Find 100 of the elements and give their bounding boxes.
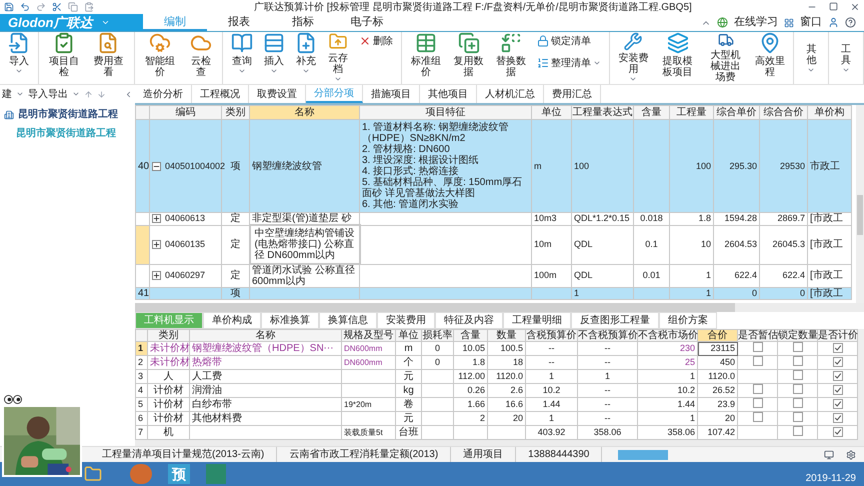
checkbox[interactable]: [792, 426, 802, 436]
ribbon-button[interactable]: 锁定清单: [533, 32, 606, 50]
checkbox[interactable]: [792, 370, 802, 380]
checkbox[interactable]: [832, 426, 842, 436]
checkbox[interactable]: [832, 398, 842, 408]
column-header[interactable]: 不含税预算价: [578, 330, 638, 342]
expand-toggle[interactable]: [152, 271, 161, 280]
checkbox[interactable]: [752, 342, 762, 352]
column-header[interactable]: 名称: [250, 106, 360, 120]
tree-item[interactable]: 昆明市聚贤街道路工程: [18, 107, 118, 122]
checkbox[interactable]: [752, 356, 762, 366]
work-tab[interactable]: 工程概况: [192, 85, 249, 103]
folder-icon[interactable]: [84, 465, 102, 483]
checkbox[interactable]: [792, 342, 802, 352]
work-tab[interactable]: 其他项目: [420, 85, 477, 103]
detail-tab[interactable]: 特征及内容: [435, 312, 503, 329]
move-up-icon[interactable]: [84, 90, 93, 98]
ribbon-button[interactable]: 提取模板项目: [654, 32, 701, 83]
checkbox[interactable]: [832, 384, 842, 394]
column-header[interactable]: 综合单价: [714, 106, 760, 120]
ribbon-button[interactable]: 安装费用: [614, 32, 653, 83]
scrollbar-thumb[interactable]: [857, 195, 863, 235]
ribbon-button[interactable]: 工具: [833, 32, 859, 83]
menu-tab[interactable]: 报表: [207, 14, 271, 31]
column-header[interactable]: 含量: [454, 330, 488, 342]
column-header[interactable]: 类别: [222, 106, 250, 120]
view-icon[interactable]: [824, 450, 834, 460]
column-header[interactable]: 数量: [488, 330, 526, 342]
column-header[interactable]: 名称: [190, 330, 342, 342]
checkbox[interactable]: [752, 398, 762, 408]
help-icon[interactable]: [845, 17, 856, 28]
scrollbar[interactable]: [858, 329, 864, 440]
detail-tab[interactable]: 安装费用: [377, 312, 435, 329]
close-icon[interactable]: [850, 2, 860, 12]
paste-icon[interactable]: [84, 2, 94, 12]
column-header[interactable]: 含税预算价: [526, 330, 578, 342]
move-down-icon[interactable]: [97, 90, 106, 98]
undo-icon[interactable]: [20, 2, 30, 12]
detail-tab[interactable]: 组价方案: [659, 312, 717, 329]
save-icon[interactable]: [4, 2, 14, 12]
status-button[interactable]: [618, 450, 668, 460]
detail-tab[interactable]: 标准换算: [261, 312, 319, 329]
online-learning-link[interactable]: 在线学习: [734, 14, 778, 31]
column-header[interactable]: 单位: [532, 106, 572, 120]
column-header[interactable]: 是否暂估: [738, 330, 778, 342]
checkbox[interactable]: [752, 412, 762, 422]
checkbox[interactable]: [832, 356, 842, 366]
column-header[interactable]: 类别: [148, 330, 190, 342]
menu-tab[interactable]: 电子标: [335, 14, 399, 31]
column-header[interactable]: 工程量表达式: [572, 106, 634, 120]
expand-toggle[interactable]: [152, 240, 161, 249]
ribbon-button[interactable]: 云存档: [322, 32, 353, 83]
checkbox[interactable]: [832, 412, 842, 422]
column-header[interactable]: 编码: [150, 106, 222, 120]
detail-tab[interactable]: 工程量明细: [503, 312, 571, 329]
column-header[interactable]: 单位: [396, 330, 422, 342]
detail-tab[interactable]: 单价构成: [203, 312, 261, 329]
column-header[interactable]: 单价构: [808, 106, 852, 120]
new-menu[interactable]: 建: [2, 86, 12, 102]
ribbon-button[interactable]: 其他: [798, 32, 824, 83]
column-header[interactable]: 项目特征: [360, 106, 532, 120]
ribbon-button[interactable]: 插入: [258, 32, 289, 83]
ribbon-button[interactable]: 大型机械进出场费: [702, 32, 749, 83]
column-header[interactable]: 锁定数量: [778, 330, 818, 342]
checkbox[interactable]: [832, 342, 842, 352]
column-header[interactable]: 是否计价: [818, 330, 858, 342]
detail-tab[interactable]: 换算信息: [319, 312, 377, 329]
column-header[interactable]: 损耗率: [422, 330, 454, 342]
checkbox[interactable]: [752, 384, 762, 394]
ribbon-button[interactable]: 云检查: [184, 32, 218, 83]
collapse-panel-icon[interactable]: [124, 90, 133, 98]
cut-icon[interactable]: [52, 2, 62, 12]
expand-toggle[interactable]: [152, 162, 161, 170]
copy-icon[interactable]: [68, 2, 78, 12]
work-tab[interactable]: 措施项目: [363, 85, 420, 103]
column-header[interactable]: 含量: [634, 106, 670, 120]
import-export-menu[interactable]: 导入导出: [28, 86, 68, 102]
checkbox[interactable]: [792, 356, 802, 366]
ribbon-button[interactable]: 费用查看: [87, 32, 130, 83]
column-header[interactable]: 工程量: [670, 106, 714, 120]
column-header[interactable]: 综合合价: [760, 106, 808, 120]
work-tab[interactable]: 取费设置: [249, 85, 306, 103]
column-header[interactable]: 合价: [698, 330, 738, 342]
checkbox[interactable]: [792, 412, 802, 422]
redo-icon[interactable]: [36, 2, 46, 12]
checkbox[interactable]: [792, 398, 802, 408]
settings-icon[interactable]: [846, 450, 856, 460]
checkbox[interactable]: [792, 384, 802, 394]
work-tab[interactable]: 人材机汇总: [477, 85, 544, 103]
menu-tab[interactable]: 指标: [271, 14, 335, 31]
column-header[interactable]: 规格及型号: [342, 330, 396, 342]
scrollbar-thumb[interactable]: [135, 303, 735, 312]
column-header[interactable]: 不含税市场价: [638, 330, 698, 342]
ribbon-button[interactable]: 项目自检: [43, 32, 86, 83]
ribbon-button[interactable]: 补充: [290, 32, 321, 83]
detail-tab[interactable]: 反查图形工程量: [571, 312, 659, 329]
checkbox[interactable]: [832, 370, 842, 380]
work-tab[interactable]: 造价分析: [135, 85, 192, 103]
scrollbar[interactable]: [135, 440, 864, 446]
window-menu[interactable]: 窗口: [800, 14, 822, 31]
